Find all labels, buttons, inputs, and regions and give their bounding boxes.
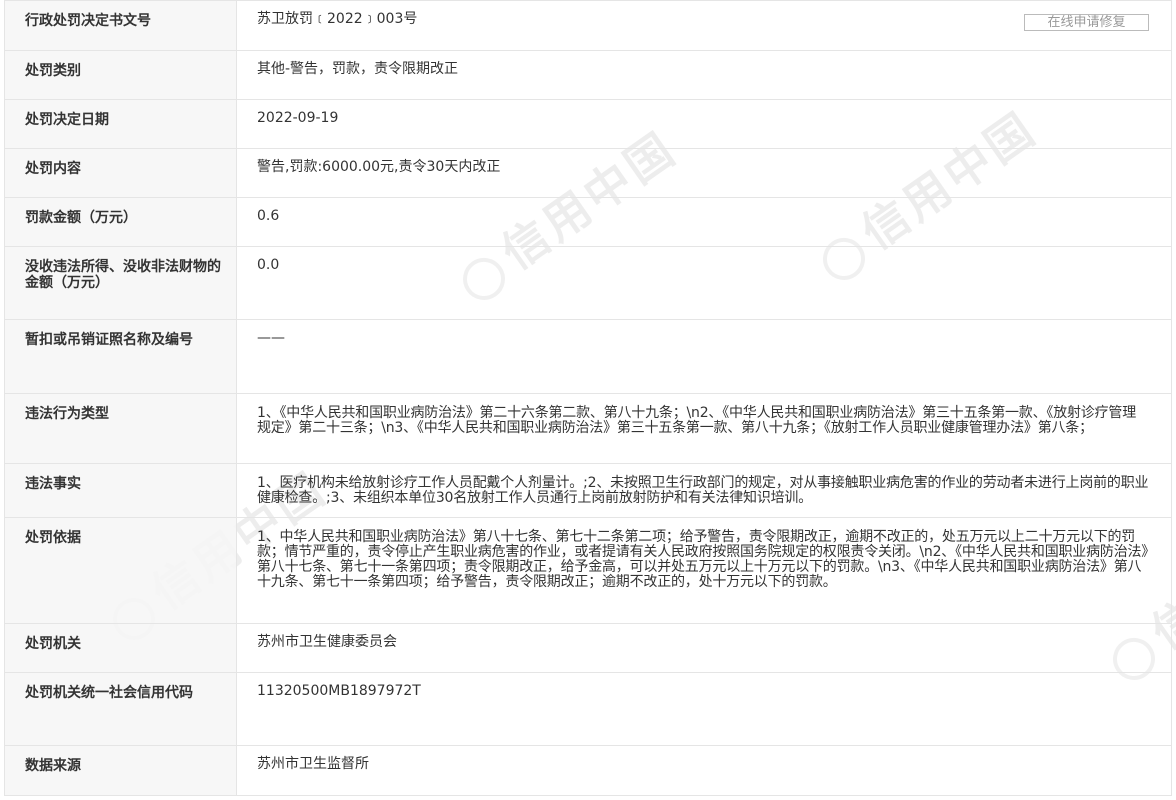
penalty-info-table: 行政处罚决定书文号 苏卫放罚﹝2022﹞003号 在线申请修复 处罚类别 其他-… [4,0,1172,796]
row-label: 处罚机关统一社会信用代码 [4,672,237,746]
online-repair-button[interactable]: 在线申请修复 [1024,14,1149,31]
row-label: 处罚内容 [4,148,237,198]
row-value: —— [236,319,1172,394]
row-value: 苏卫放罚﹝2022﹞003号 在线申请修复 [236,0,1172,51]
row-label: 没收违法所得、没收非法财物的金额（万元） [4,246,237,320]
row-label: 处罚机关 [4,623,237,673]
table-row: 违法行为类型 1、《中华人民共和国职业病防治法》第二十六条第二款、第八十九条；\… [4,393,1172,464]
table-row: 行政处罚决定书文号 苏卫放罚﹝2022﹞003号 在线申请修复 [4,0,1172,51]
row-label: 行政处罚决定书文号 [4,0,237,51]
table-row: 违法事实 1、医疗机构未给放射诊疗工作人员配戴个人剂量计。;2、未按照卫生行政部… [4,463,1172,518]
table-row: 处罚机关 苏州市卫生健康委员会 [4,623,1172,673]
table-row: 暂扣或吊销证照名称及编号 —— [4,319,1172,394]
row-label: 暂扣或吊销证照名称及编号 [4,319,237,394]
row-value: 其他-警告，罚款，责令限期改正 [236,50,1172,100]
table-row: 处罚依据 1、中华人民共和国职业病防治法》第八十七条、第七十二条第二项；给予警告… [4,517,1172,624]
row-value: 0.0 [236,246,1172,320]
row-value: 11320500MB1897972T [236,672,1172,746]
row-label: 处罚决定日期 [4,99,237,149]
row-label: 违法事实 [4,463,237,518]
table-row: 罚款金额（万元） 0.6 [4,197,1172,247]
table-row: 处罚内容 警告,罚款:6000.00元,责令30天内改正 [4,148,1172,198]
row-label: 处罚依据 [4,517,237,624]
table-row: 处罚类别 其他-警告，罚款，责令限期改正 [4,50,1172,100]
table-row: 处罚机关统一社会信用代码 11320500MB1897972T [4,672,1172,746]
row-value: 苏州市卫生健康委员会 [236,623,1172,673]
row-value: 1、《中华人民共和国职业病防治法》第二十六条第二款、第八十九条；\n2、《中华人… [236,393,1172,464]
row-value: 0.6 [236,197,1172,247]
row-label: 处罚类别 [4,50,237,100]
row-label: 数据来源 [4,745,237,796]
table-row: 处罚决定日期 2022-09-19 [4,99,1172,149]
row-value: 警告,罚款:6000.00元,责令30天内改正 [236,148,1172,198]
row-value: 2022-09-19 [236,99,1172,149]
row-value: 苏州市卫生监督所 [236,745,1172,796]
decision-number: 苏卫放罚﹝2022﹞003号 [257,11,418,27]
row-label: 违法行为类型 [4,393,237,464]
row-value: 1、中华人民共和国职业病防治法》第八十七条、第七十二条第二项；给予警告，责令限期… [236,517,1172,624]
row-value: 1、医疗机构未给放射诊疗工作人员配戴个人剂量计。;2、未按照卫生行政部门的规定，… [236,463,1172,518]
row-label: 罚款金额（万元） [4,197,237,247]
table-row: 没收违法所得、没收非法财物的金额（万元） 0.0 [4,246,1172,320]
table-row: 数据来源 苏州市卫生监督所 [4,745,1172,796]
